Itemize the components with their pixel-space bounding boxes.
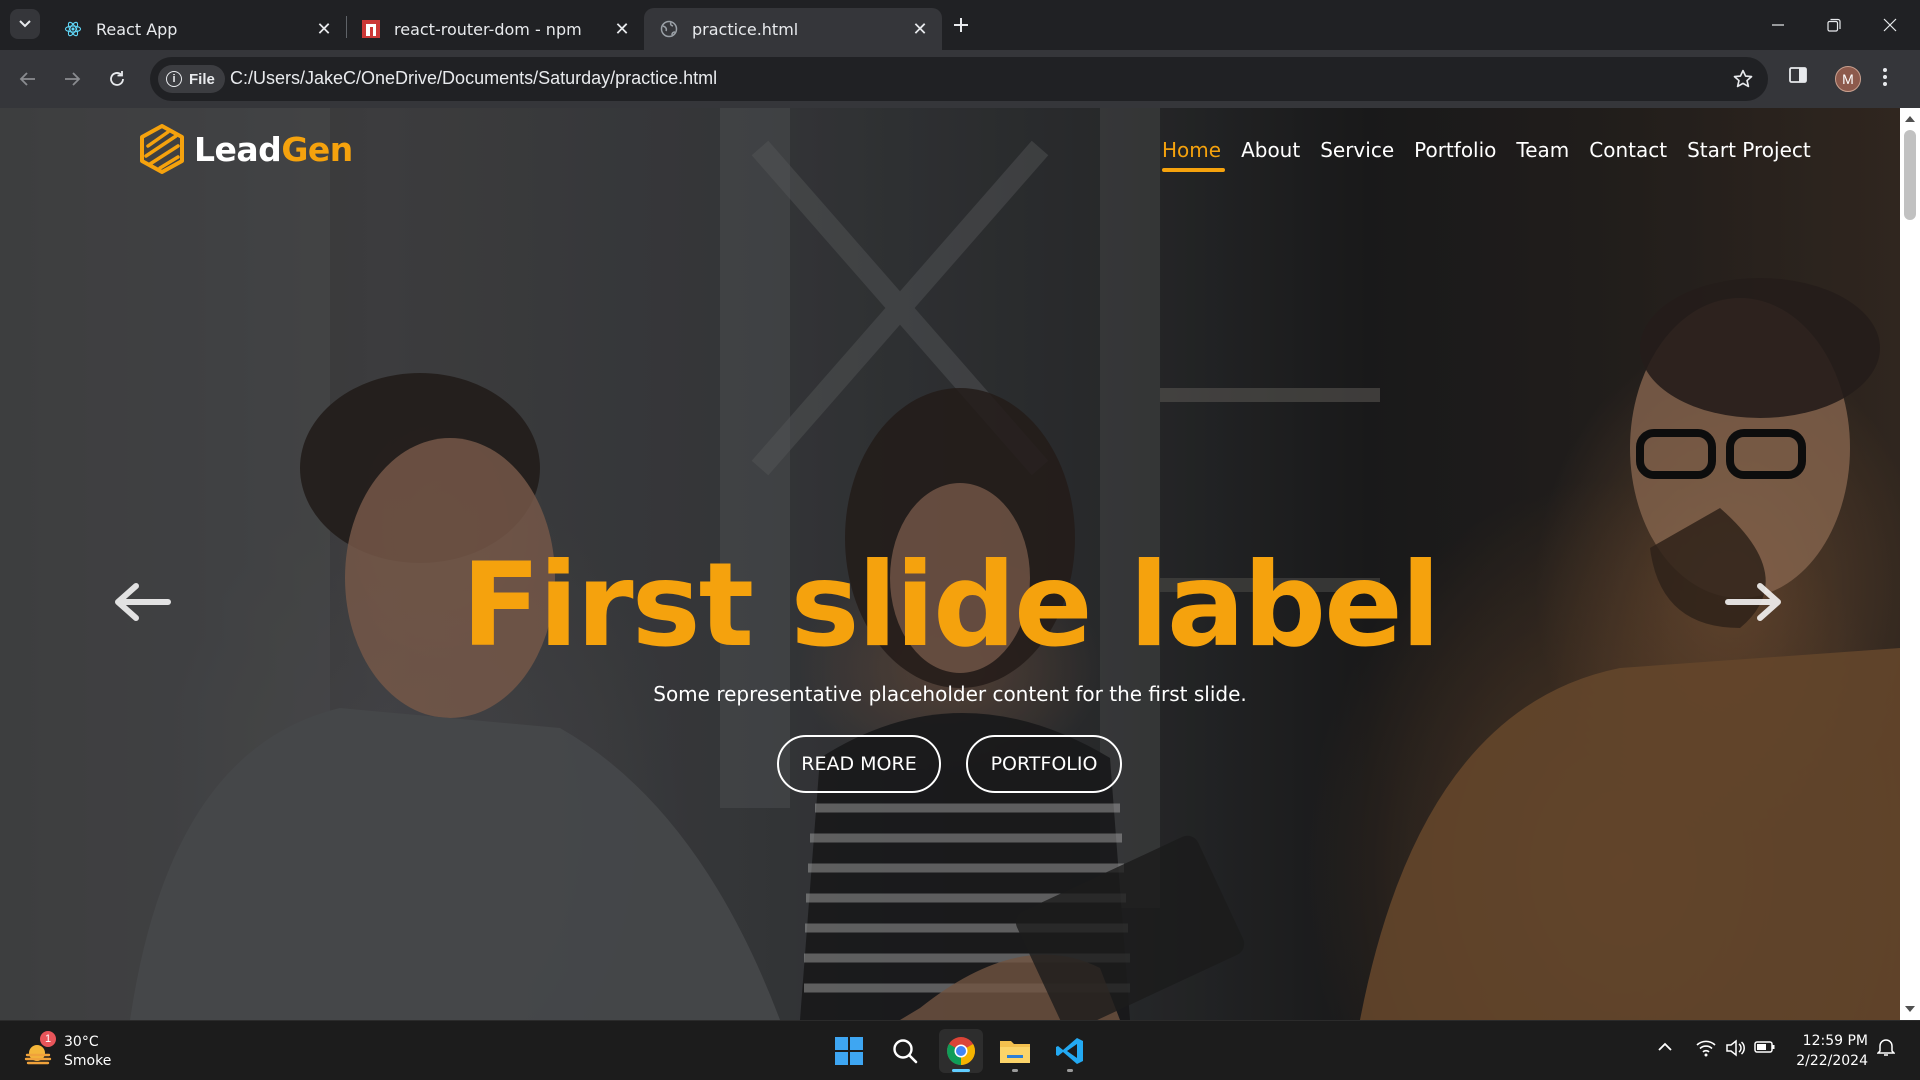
notifications-bell-icon[interactable] [1876,1037,1896,1062]
scrollbar-thumb[interactable] [1904,130,1916,220]
brand-name-gen: Gen [281,129,353,169]
bookmark-star-icon[interactable] [1732,68,1754,95]
back-button[interactable] [12,63,44,95]
taskbar-chrome-button[interactable] [939,1029,983,1073]
taskbar-vscode-button[interactable] [1048,1029,1092,1073]
volume-icon[interactable] [1725,1039,1745,1062]
active-app-indicator [952,1069,970,1072]
nav-link-portfolio[interactable]: Portfolio [1414,138,1496,168]
profile-avatar[interactable]: M [1835,66,1861,92]
arrow-right-icon [65,72,81,86]
tab-title: React App [96,19,178,39]
portfolio-button[interactable]: PORTFOLIO [966,735,1122,793]
arrow-left-icon [19,72,35,86]
nav-link-home[interactable]: Home [1162,138,1226,172]
close-window-button[interactable] [1862,0,1918,50]
weather-temperature: 30°C [64,1034,99,1050]
npm-icon [362,20,380,38]
scroll-down-icon[interactable] [1905,1006,1915,1012]
nav-link-service[interactable]: Service [1320,138,1394,168]
scroll-up-icon[interactable] [1905,116,1915,122]
nav-link-contact[interactable]: Contact [1589,138,1667,168]
main-navigation: Home About Service Portfolio Team Contac… [1162,138,1831,172]
wifi-icon[interactable] [1696,1039,1716,1062]
tab-title: react-router-dom - npm [394,19,582,39]
close-icon[interactable]: ✕ [314,19,334,40]
reload-button[interactable] [101,63,133,95]
tab-search-button[interactable] [10,9,40,39]
start-icon [835,1037,863,1065]
plus-icon [954,18,968,32]
chrome-icon [947,1037,975,1065]
url-text[interactable]: C:/Users/JakeC/OneDrive/Documents/Saturd… [230,68,717,89]
new-tab-button[interactable] [948,12,974,38]
search-icon [893,1039,918,1064]
taskbar-search-button[interactable] [883,1029,927,1073]
site-info-label: File [189,70,215,88]
clock-time: 12:59 PM [1802,1033,1868,1049]
side-panel-icon[interactable] [1788,65,1808,90]
chevron-up-icon [1658,1042,1672,1051]
clock-date: 2/22/2024 [1796,1053,1868,1069]
more-menu-icon[interactable] [1882,66,1888,93]
nav-link-about[interactable]: About [1241,138,1300,168]
tab-react-router-dom[interactable]: react-router-dom - npm ✕ [346,8,644,50]
taskbar-file-explorer-button[interactable] [993,1029,1037,1073]
hero-subtitle: Some representative placeholder content … [653,682,1247,706]
start-button[interactable] [827,1029,871,1073]
site-info-chip[interactable]: i File [158,65,225,93]
react-icon [64,20,82,38]
weather-widget[interactable]: 1 30°C Smoke [24,1031,112,1071]
minimize-button[interactable] [1750,0,1806,50]
open-app-indicator [1012,1069,1018,1072]
windows-taskbar: 1 30°C Smoke 12:59 PM 2/22/2024 [0,1020,1920,1080]
tab-title: practice.html [692,19,799,39]
reload-icon [110,71,124,86]
browser-tab-strip: React App ✕ react-router-dom - npm ✕ pra… [0,0,1920,50]
weather-smoke-icon: 1 [24,1031,56,1067]
close-icon[interactable]: ✕ [910,19,930,40]
globe-icon [660,20,678,38]
nav-link-start-project[interactable]: Start Project [1687,138,1811,168]
tab-practice-html[interactable]: practice.html ✕ [644,8,942,50]
address-bar[interactable]: i File C:/Users/JakeC/OneDrive/Documents… [150,57,1768,101]
chevron-down-icon [19,20,31,28]
brand-name-lead: Lead [194,129,282,169]
browser-toolbar: i File C:/Users/JakeC/OneDrive/Documents… [0,50,1920,108]
open-app-indicator [1067,1069,1073,1072]
weather-badge: 1 [40,1031,56,1047]
hero-title: First slide label [461,538,1440,673]
weather-condition: Smoke [64,1053,112,1069]
tab-react-app[interactable]: React App ✕ [48,8,346,50]
restore-icon [1827,18,1841,32]
leadgen-logo-icon [140,124,184,174]
close-icon[interactable]: ✕ [612,19,632,40]
show-hidden-icons-button[interactable] [1657,1039,1673,1060]
nav-link-team[interactable]: Team [1516,138,1569,168]
vscode-icon [1056,1038,1083,1064]
page-viewport: LeadGen Home About Service Portfolio Tea… [0,108,1900,1020]
close-icon [1883,18,1897,32]
restore-button[interactable] [1806,0,1862,50]
battery-icon[interactable] [1754,1039,1776,1060]
forward-button[interactable] [56,63,88,95]
info-icon: i [166,71,182,87]
brand-logo[interactable]: LeadGen [138,124,353,174]
system-clock[interactable]: 12:59 PM 2/22/2024 [1786,1031,1868,1071]
page-scrollbar[interactable] [1900,108,1920,1020]
read-more-button[interactable]: READ MORE [777,735,941,793]
file-explorer-icon [1000,1041,1030,1063]
minimize-icon [1772,24,1784,26]
